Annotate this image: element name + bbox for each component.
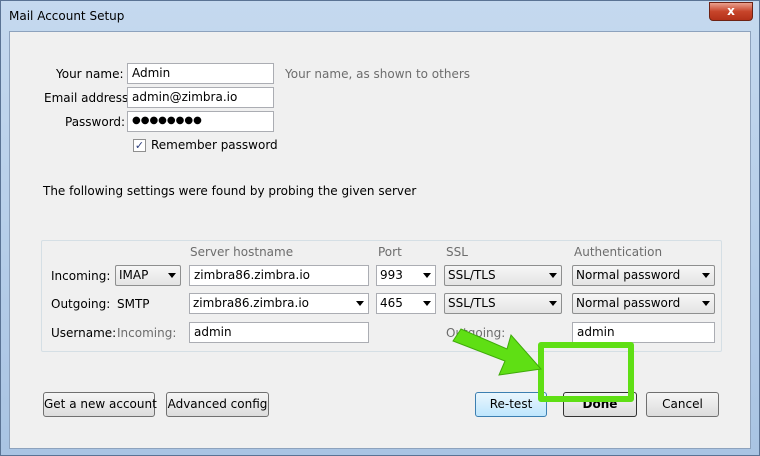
get-new-account-button[interactable]: Get a new account — [43, 392, 157, 417]
incoming-auth-select[interactable]: Normal password — [572, 265, 715, 286]
chevron-down-icon — [702, 273, 710, 278]
incoming-protocol-select[interactable]: IMAP — [115, 265, 181, 286]
chevron-down-icon — [423, 273, 431, 278]
outgoing-auth-value: Normal password — [576, 296, 681, 310]
chevron-down-icon — [356, 301, 364, 306]
outgoing-port-value: 465 — [380, 296, 403, 310]
incoming-port-value: 993 — [380, 268, 403, 282]
chevron-down-icon — [423, 301, 431, 306]
incoming-protocol-value: IMAP — [119, 268, 149, 282]
window-title: Mail Account Setup — [9, 9, 125, 23]
name-hint: Your name, as shown to others — [285, 67, 471, 81]
title-bar[interactable]: Mail Account Setup x — [1, 1, 759, 31]
dialog-client-area: Your name: Admin Your name, as shown to … — [9, 31, 751, 449]
username-incoming-label: Incoming: — [117, 326, 177, 340]
outgoing-username-input[interactable]: admin — [572, 322, 715, 343]
chevron-down-icon — [549, 273, 557, 278]
incoming-username-input[interactable]: admin — [189, 322, 369, 343]
email-label: Email address: — [44, 91, 133, 105]
name-label: Your name: — [56, 67, 124, 81]
header-authentication: Authentication — [574, 245, 663, 259]
retest-button[interactable]: Re-test — [475, 392, 547, 417]
header-ssl: SSL — [446, 245, 468, 259]
mail-account-setup-window: Mail Account Setup x Your name: Admin Yo… — [0, 0, 760, 456]
cancel-button[interactable]: Cancel — [646, 392, 719, 417]
incoming-hostname-input[interactable]: zimbra86.zimbra.io — [189, 265, 369, 286]
outgoing-label: Outgoing: — [51, 297, 111, 311]
chevron-down-icon — [549, 301, 557, 306]
close-window-button[interactable]: x — [709, 2, 753, 21]
probe-message: The following settings were found by pro… — [43, 184, 417, 198]
username-label: Username: — [51, 326, 117, 340]
done-highlight-box — [538, 342, 634, 402]
incoming-port-combo[interactable]: 993 — [376, 265, 436, 286]
advanced-config-button[interactable]: Advanced config — [166, 392, 269, 417]
email-input[interactable]: admin@zimbra.io — [127, 87, 274, 108]
remember-password-label: Remember password — [151, 138, 278, 152]
outgoing-hostname-value: zimbra86.zimbra.io — [193, 296, 310, 310]
incoming-ssl-value: SSL/TLS — [448, 268, 496, 282]
incoming-label: Incoming: — [51, 269, 111, 283]
outgoing-port-combo[interactable]: 465 — [376, 293, 436, 314]
incoming-auth-value: Normal password — [576, 268, 681, 282]
outgoing-protocol: SMTP — [117, 297, 150, 311]
incoming-ssl-select[interactable]: SSL/TLS — [444, 265, 562, 286]
remember-password-checkbox[interactable]: ✓ — [133, 139, 146, 152]
password-input[interactable]: ●●●●●●●● — [127, 111, 274, 132]
name-input[interactable]: Admin — [127, 63, 274, 84]
header-port: Port — [378, 245, 402, 259]
server-settings-group: Server hostname Port SSL Authentication … — [41, 240, 722, 352]
pointer-arrow-icon — [452, 328, 542, 376]
chevron-down-icon — [702, 301, 710, 306]
password-label: Password: — [65, 115, 126, 129]
outgoing-hostname-combo[interactable]: zimbra86.zimbra.io — [189, 293, 369, 314]
chevron-down-icon — [168, 273, 176, 278]
outgoing-auth-select[interactable]: Normal password — [572, 293, 715, 314]
header-server-hostname: Server hostname — [190, 245, 294, 259]
